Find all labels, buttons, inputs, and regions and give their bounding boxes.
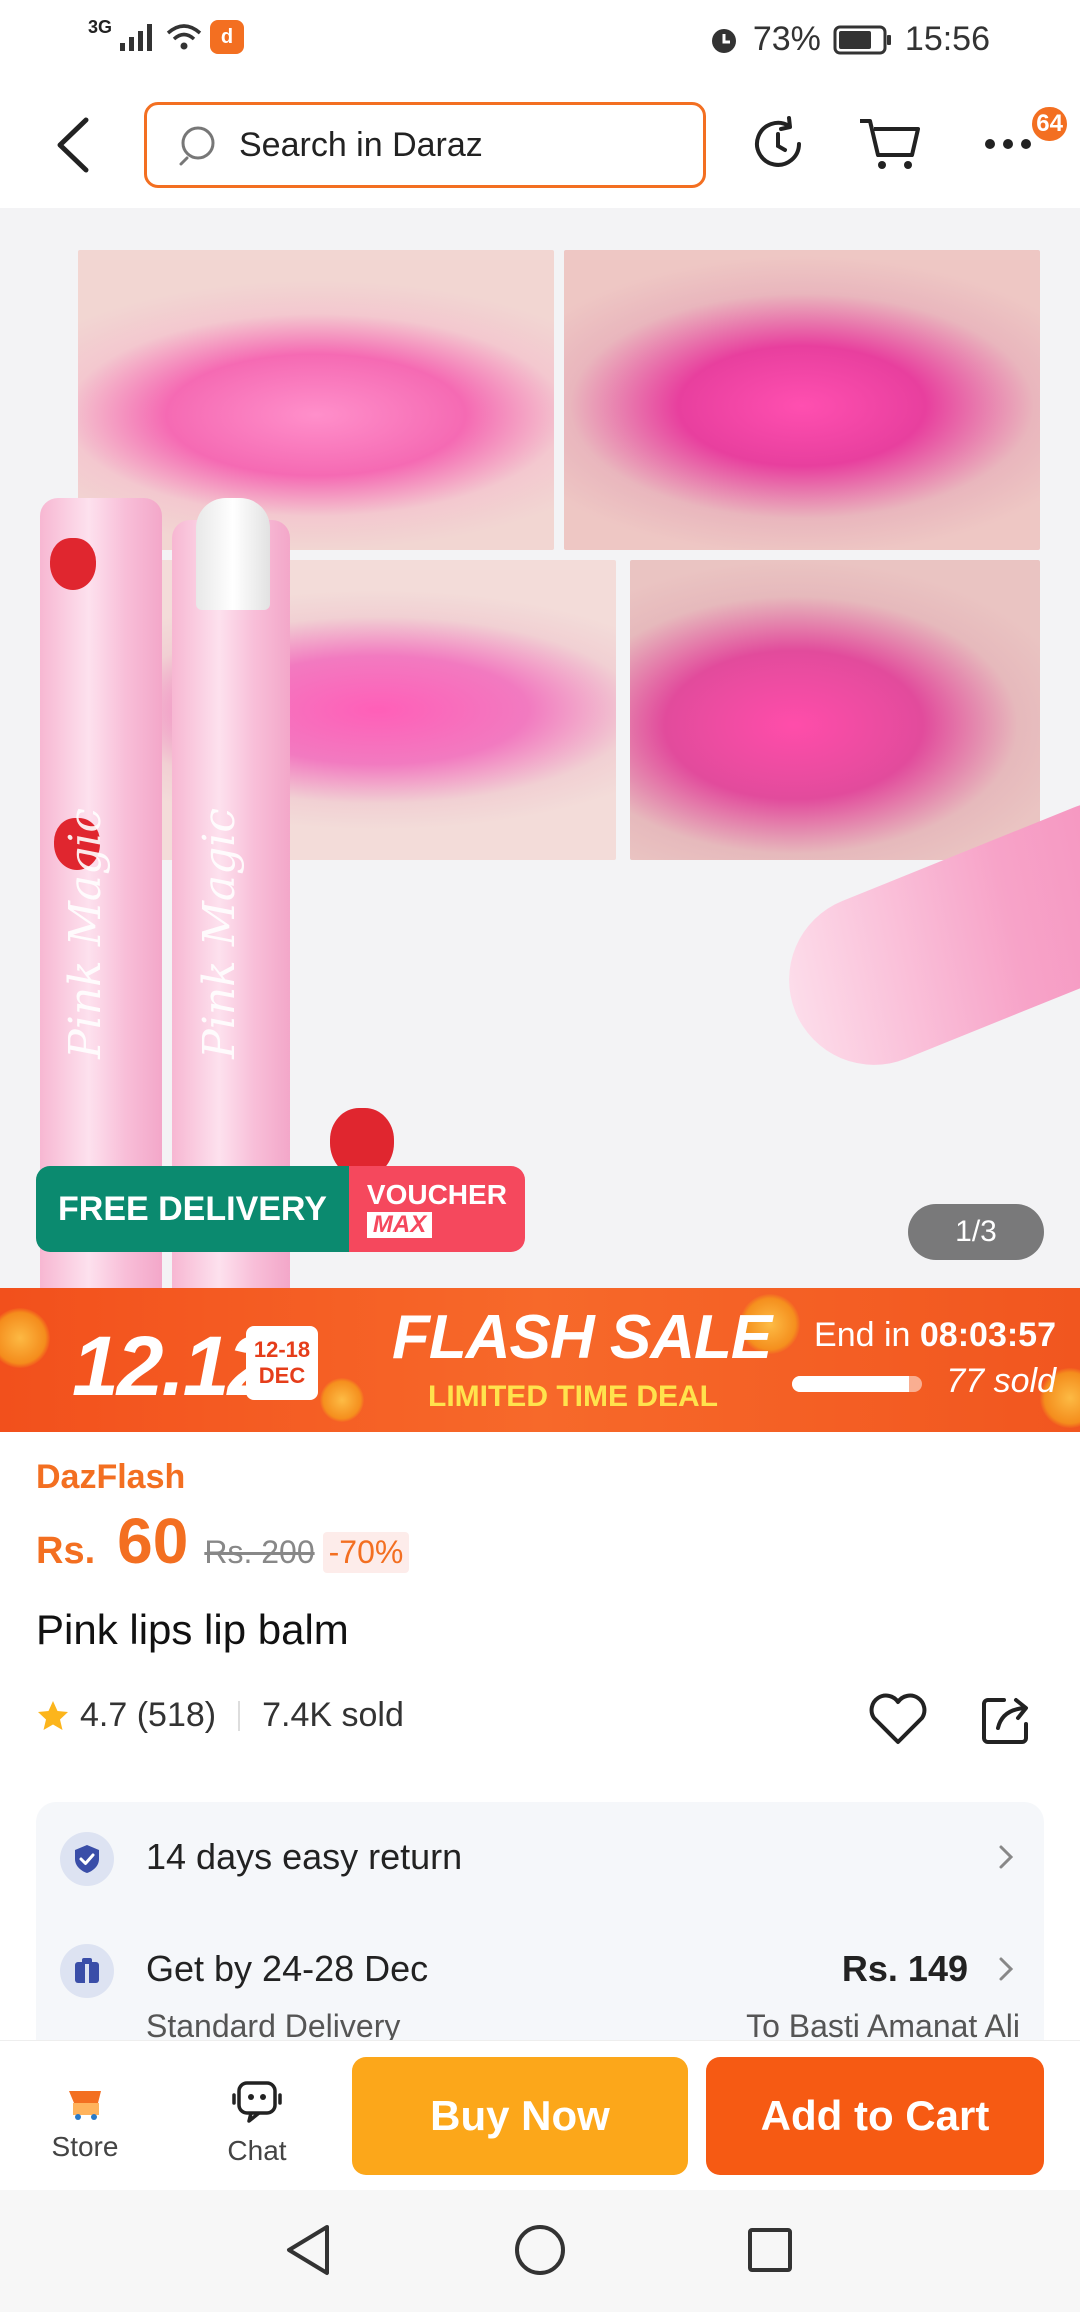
signal-icon (120, 24, 153, 51)
clock: 15:56 (904, 20, 990, 58)
delivery-box-icon (60, 1944, 114, 1998)
sparkle-decoration (0, 1308, 50, 1368)
strawberry-decoration (50, 538, 96, 590)
promo-badges: FREE DELIVERY VOUCHER MAX (36, 1166, 525, 1252)
back-arrow-icon[interactable] (50, 116, 98, 174)
product-photo-lips-4 (630, 560, 1040, 860)
top-header: Search in Daraz 64 (0, 82, 1080, 208)
chat-robot-icon (232, 2081, 282, 2123)
chat-button[interactable]: Chat (202, 2077, 312, 2167)
voucher-max-label: MAX (366, 1212, 433, 1238)
discount-badge: -70% (322, 1532, 410, 1573)
tube-script-logo: Pink Magic (60, 808, 111, 1059)
nav-back-icon[interactable] (276, 2218, 340, 2282)
nav-home-icon[interactable] (508, 2218, 572, 2282)
history-icon[interactable] (746, 112, 810, 176)
wifi-icon (166, 24, 202, 50)
delivery-date-text: Get by 24-28 Dec (146, 1948, 429, 1989)
add-to-cart-button[interactable]: Add to Cart (706, 2057, 1044, 2175)
chat-label: Chat (227, 2135, 287, 2166)
alarm-icon (711, 28, 736, 53)
delivery-fee: Rs. 149 (841, 1948, 968, 1989)
notification-badge: 64 (1029, 104, 1070, 144)
bottom-action-bar: Store Chat Buy Now Add to Cart (0, 2040, 1080, 2190)
countdown-label: End in (814, 1316, 911, 1354)
price-row: Rs. 60 Rs. 200 -70% (36, 1504, 410, 1578)
wishlist-heart-icon[interactable] (866, 1688, 930, 1752)
sold-progress-fill (792, 1376, 909, 1392)
flash-sale-title: FLASH SALE (392, 1303, 772, 1372)
flash-sale-subtitle: LIMITED TIME DEAL (428, 1380, 718, 1413)
original-price: Rs. 200 (204, 1534, 315, 1570)
voucher-max-badge: VOUCHER MAX (348, 1166, 525, 1252)
divider (238, 1700, 241, 1731)
buy-now-button[interactable]: Buy Now (352, 2057, 688, 2175)
search-placeholder: Search in Daraz (239, 125, 483, 164)
product-image-gallery[interactable]: Pink Magic Pink Magic FREE DELIVERY VOUC… (0, 208, 1080, 1288)
network-type: 3G (88, 16, 113, 37)
service-info-card: 14 days easy return Get by 24-28 Dec Rs.… (36, 1802, 1044, 2062)
nav-recents-icon[interactable] (738, 2218, 802, 2282)
product-title: Pink lips lip balm (36, 1606, 349, 1653)
status-right: 73% 15:56 (707, 20, 990, 59)
flash-tag: DazFlash (36, 1458, 186, 1496)
lip-balm-bullet (196, 498, 270, 610)
voucher-label: VOUCHER (366, 1179, 507, 1210)
store-button[interactable]: Store (30, 2081, 140, 2163)
countdown-time: 08:03:57 (919, 1316, 1056, 1354)
shield-check-icon (60, 1832, 114, 1886)
sold-count: 7.4K sold (262, 1696, 404, 1734)
status-bar: 3G d 73% 15:56 (0, 0, 1080, 82)
campaign-range-month: DEC (258, 1363, 306, 1388)
system-navigation-bar (0, 2190, 1080, 2312)
sparkle-decoration (320, 1378, 364, 1422)
store-icon (69, 2091, 101, 2120)
tube-script-logo: Pink Magic (194, 808, 245, 1059)
cart-icon[interactable] (858, 112, 922, 176)
countdown: End in 08:03:57 (814, 1316, 1056, 1355)
chevron-right-icon (999, 1845, 1014, 1869)
rating-row[interactable]: 4.7 (518) 7.4K sold (36, 1696, 404, 1735)
free-delivery-badge: FREE DELIVERY (36, 1166, 349, 1252)
share-icon[interactable] (974, 1688, 1038, 1752)
chevron-right-icon (999, 1957, 1014, 1981)
app-notification-icon: d (210, 20, 245, 54)
store-label: Store (51, 2131, 119, 2162)
battery-percent: 73% (752, 20, 821, 58)
price-value: 60 (117, 1505, 189, 1577)
price-currency: Rs. (36, 1530, 96, 1572)
star-icon (38, 1700, 68, 1730)
product-photo-lips-2 (564, 250, 1040, 550)
search-input[interactable]: Search in Daraz (144, 102, 706, 188)
battery-icon (833, 25, 891, 54)
search-icon (179, 126, 215, 166)
easy-return-text: 14 days easy return (146, 1836, 463, 1877)
easy-return-row[interactable]: 14 days easy return (36, 1816, 1044, 1896)
campaign-range-days: 12-18 (253, 1337, 311, 1362)
campaign-date: 12.12 (72, 1319, 274, 1413)
sold-progress-bar (792, 1376, 922, 1392)
flash-sold-count: 77 sold (946, 1362, 1056, 1400)
image-counter: 1/3 (908, 1204, 1044, 1260)
status-left: 3G d (88, 16, 245, 54)
campaign-range: 12-18 DEC (246, 1326, 318, 1400)
rating-value: 4.7 (518) (80, 1696, 217, 1734)
flash-sale-banner[interactable]: 12.12 12-18 DEC FLASH SALE LIMITED TIME … (0, 1288, 1080, 1432)
